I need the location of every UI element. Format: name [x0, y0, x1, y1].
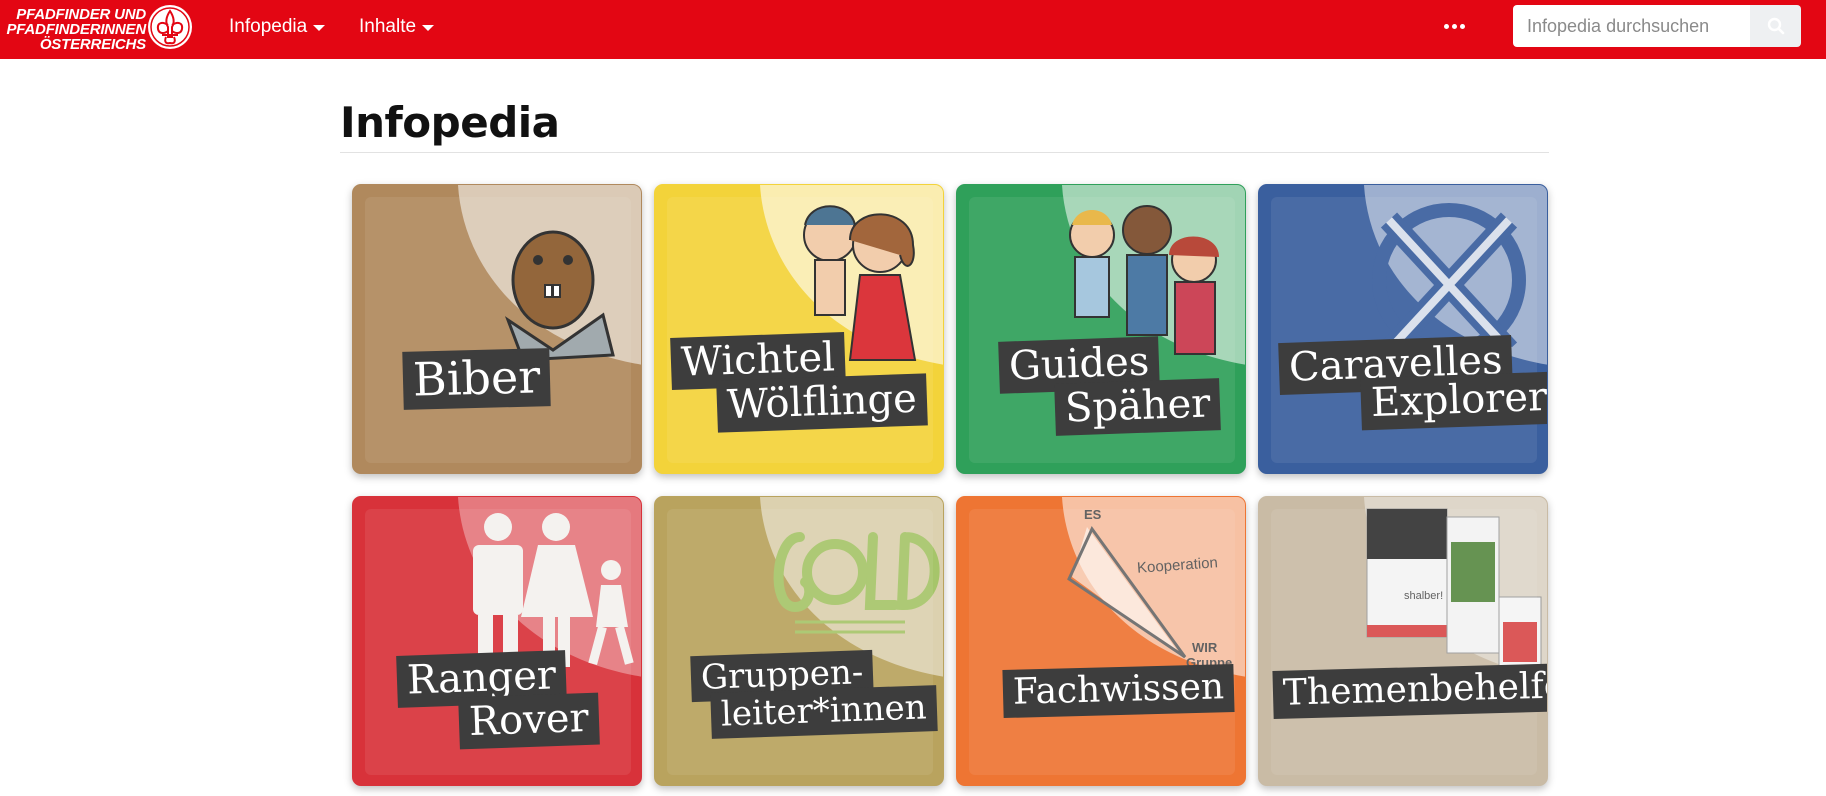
- brand-line-2: PFADFINDERINNEN: [6, 21, 146, 38]
- tile-label: Fachwissen: [1002, 663, 1235, 719]
- tile-label-line-2: Explorer: [1360, 371, 1547, 431]
- tile-themenbehelfe[interactable]: shalber! Themenbehelfe: [1258, 496, 1548, 786]
- nav-inhalte-label: Inhalte: [359, 16, 417, 37]
- tile-inner-frame: [1271, 509, 1537, 775]
- search-icon: [1767, 17, 1784, 35]
- tile-fachwissen[interactable]: ES Kooperation WIR Gruppe Fachwissen: [956, 496, 1246, 786]
- search-input[interactable]: [1513, 5, 1750, 47]
- nav-infopedia-dropdown[interactable]: Infopedia: [229, 0, 326, 54]
- brand-home-link[interactable]: PFADFINDER UND PFADFINDERINNEN ÖSTERREIC…: [0, 0, 196, 59]
- nav-infopedia-label: Infopedia: [229, 16, 308, 37]
- caret-down-icon: [313, 25, 326, 31]
- tile-inner-frame: [969, 509, 1235, 775]
- tile-gruppenleiterinnen[interactable]: Gruppen- leiter*innen: [654, 496, 944, 786]
- caret-down-icon: [422, 25, 435, 31]
- title-divider: [340, 152, 1549, 153]
- tile-label-line-2: leiter*innen: [710, 685, 938, 739]
- ellipsis-icon[interactable]: [1444, 24, 1465, 29]
- tile-caravelles-explorer[interactable]: Caravelles Explorer: [1258, 184, 1548, 474]
- brand-wordmark: PFADFINDER UND PFADFINDERINNEN ÖSTERREIC…: [0, 7, 146, 52]
- tile-label: Themenbehelfe: [1272, 663, 1547, 719]
- tile-label: Biber: [402, 348, 551, 410]
- page-title: Infopedia: [340, 98, 560, 147]
- tile-ranger-rover[interactable]: Ranger Rover: [352, 496, 642, 786]
- brand-line-1: PFADFINDER UND: [16, 6, 146, 23]
- tile-label-line-2: Späher: [1054, 378, 1222, 436]
- tile-wichtel-woelflinge[interactable]: Wichtel Wölflinge: [654, 184, 944, 474]
- search-form: [1513, 5, 1801, 47]
- tile-guides-spaeher[interactable]: Guides Späher: [956, 184, 1246, 474]
- nav-inhalte-dropdown[interactable]: Inhalte: [359, 0, 435, 54]
- tile-label-line-2: Wölflinge: [716, 373, 928, 433]
- brand-line-3: ÖSTERREICHS: [39, 36, 146, 53]
- top-navbar: PFADFINDER UND PFADFINDERINNEN ÖSTERREIC…: [0, 0, 1826, 59]
- tile-inner-frame: [365, 197, 631, 463]
- tile-biber[interactable]: Biber: [352, 184, 642, 474]
- scout-lily-logo-icon: [148, 5, 192, 49]
- tile-label-line-2: Rover: [458, 692, 600, 750]
- search-button[interactable]: [1750, 5, 1801, 47]
